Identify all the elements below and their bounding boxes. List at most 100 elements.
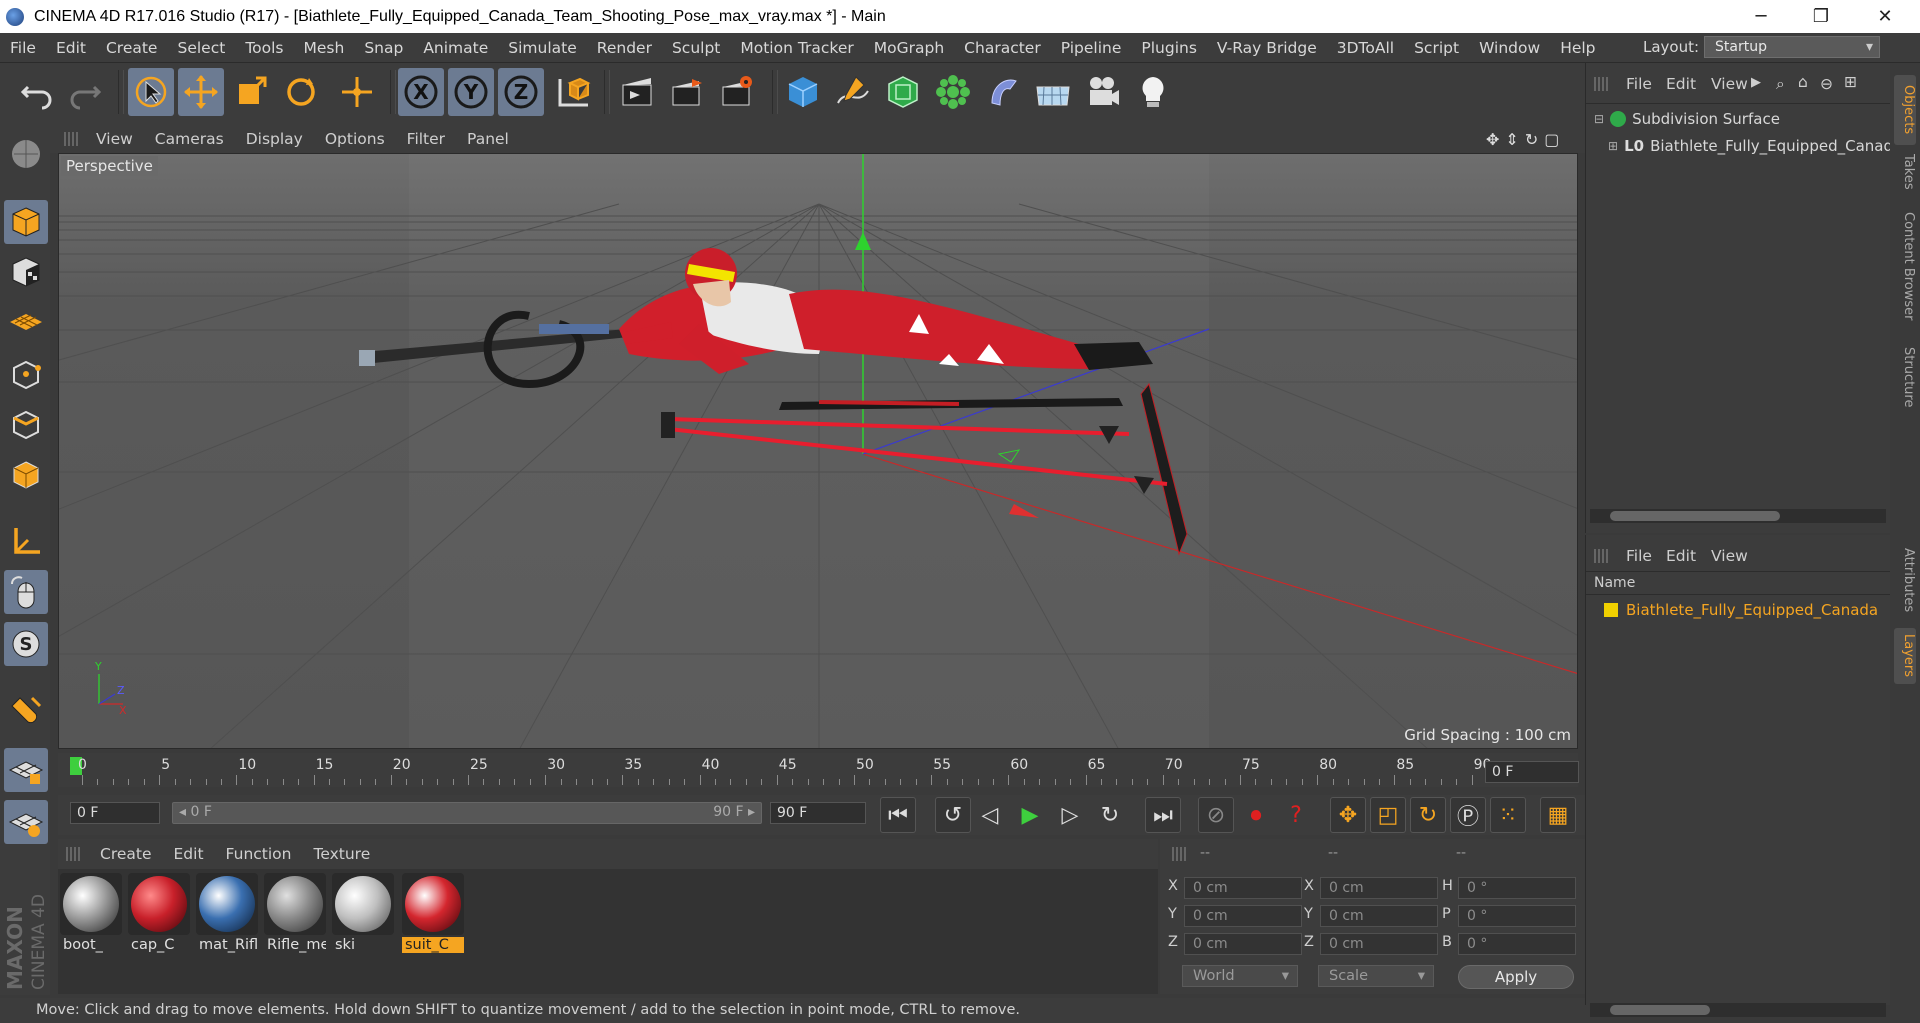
previous-keyframe-icon[interactable]: ↺ bbox=[935, 797, 971, 833]
menu-create[interactable]: Create bbox=[96, 39, 168, 57]
subdivision-surface-icon[interactable] bbox=[880, 68, 926, 116]
link-icon[interactable]: ⊖ bbox=[1820, 75, 1833, 93]
viewport-menu-options[interactable]: Options bbox=[325, 130, 385, 148]
material-menu-function[interactable]: Function bbox=[226, 845, 292, 863]
size-y-field[interactable]: 0 cm bbox=[1320, 905, 1438, 927]
next-frame-icon[interactable]: ▷ bbox=[1052, 797, 1088, 833]
enable-axis-icon[interactable] bbox=[4, 520, 48, 564]
material-item[interactable]: ski bbox=[332, 873, 394, 957]
tab-objects[interactable]: Objects bbox=[1894, 75, 1916, 145]
rotation-p-field[interactable]: 0 ° bbox=[1458, 905, 1576, 927]
timeline-ruler[interactable]: 0 5 10 15 20 25 30 35 40 45 50 55 60 65 70 75 80 85 90 bbox=[58, 753, 1578, 787]
material-menu-create[interactable]: Create bbox=[100, 845, 152, 863]
layer-row[interactable]: Biathlete_Fully_Equipped_Canada bbox=[1604, 601, 1878, 619]
menu-window[interactable]: Window bbox=[1469, 39, 1550, 57]
menu-tools[interactable]: Tools bbox=[235, 39, 293, 57]
tree-item-subdivision[interactable]: ⊟ Subdivision Surface bbox=[1594, 110, 1780, 128]
snapping-icon[interactable]: S bbox=[4, 622, 48, 666]
current-frame-field[interactable]: 0 F bbox=[1485, 761, 1579, 783]
minimize-button[interactable]: ─ bbox=[1732, 0, 1790, 33]
go-to-start-icon[interactable]: ⏮ bbox=[880, 797, 916, 833]
tab-layers[interactable]: Layers bbox=[1894, 628, 1916, 684]
material-item[interactable]: Rifle_me bbox=[264, 873, 326, 957]
points-mode-icon[interactable] bbox=[4, 352, 48, 396]
size-x-field[interactable]: 0 cm bbox=[1320, 877, 1438, 899]
menu-edit[interactable]: Edit bbox=[46, 39, 96, 57]
objects-menu-file[interactable]: File bbox=[1626, 75, 1652, 93]
menu-plugins[interactable]: Plugins bbox=[1131, 39, 1207, 57]
scale-tool-icon[interactable] bbox=[228, 68, 274, 116]
material-item[interactable]: mat_Rifl bbox=[196, 873, 258, 957]
collapse-icon[interactable]: ⊟ bbox=[1594, 112, 1604, 126]
layers-menu-view[interactable]: View bbox=[1711, 547, 1748, 565]
start-frame-field[interactable]: 0 F bbox=[70, 802, 160, 824]
menu-character[interactable]: Character bbox=[954, 39, 1051, 57]
material-menu-edit[interactable]: Edit bbox=[174, 845, 204, 863]
viewport-menu-filter[interactable]: Filter bbox=[407, 130, 445, 148]
menu-vray-bridge[interactable]: V-Ray Bridge bbox=[1207, 39, 1327, 57]
menu-3dtoall[interactable]: 3DToAll bbox=[1327, 39, 1404, 57]
viewport-menu-panel[interactable]: Panel bbox=[467, 130, 509, 148]
viewport-perspective[interactable]: Y Z X Perspective Grid Spacing : 100 cm bbox=[58, 153, 1578, 749]
viewport-menu-display[interactable]: Display bbox=[246, 130, 303, 148]
previous-frame-icon[interactable]: ◁ bbox=[972, 797, 1008, 833]
polygons-mode-icon[interactable] bbox=[4, 452, 48, 496]
rotation-b-field[interactable]: 0 ° bbox=[1458, 933, 1576, 955]
new-panel-icon[interactable]: ⊞ bbox=[1844, 73, 1857, 91]
menu-mesh[interactable]: Mesh bbox=[294, 39, 355, 57]
render-view-icon[interactable] bbox=[614, 68, 660, 116]
magnet-icon[interactable] bbox=[4, 690, 48, 734]
material-item[interactable]: cap_C bbox=[128, 873, 190, 957]
menu-snap[interactable]: Snap bbox=[354, 39, 413, 57]
position-z-field[interactable]: 0 cm bbox=[1184, 933, 1302, 955]
material-item-selected[interactable]: suit_C bbox=[402, 873, 464, 957]
autokeying-icon[interactable]: ⏺ bbox=[1238, 797, 1274, 833]
key-rotation-icon[interactable]: ↻ bbox=[1410, 797, 1446, 833]
timeline-window-icon[interactable]: ▦ bbox=[1540, 797, 1576, 833]
menu-animate[interactable]: Animate bbox=[413, 39, 498, 57]
camera-object-icon[interactable] bbox=[1080, 68, 1126, 116]
play-icon[interactable]: ▶ bbox=[1012, 797, 1048, 833]
recent-tools-icon[interactable] bbox=[334, 68, 380, 116]
axis-z-toggle[interactable]: Z bbox=[498, 68, 544, 116]
menu-script[interactable]: Script bbox=[1404, 39, 1469, 57]
tweak-mode-icon[interactable] bbox=[4, 570, 48, 614]
home-icon[interactable]: ⌂ bbox=[1798, 73, 1808, 91]
objects-menu-edit[interactable]: Edit bbox=[1666, 75, 1696, 93]
render-to-picture-viewer-icon[interactable] bbox=[664, 68, 710, 116]
menu-pipeline[interactable]: Pipeline bbox=[1051, 39, 1132, 57]
undo-icon[interactable] bbox=[14, 68, 60, 116]
close-button[interactable]: ✕ bbox=[1856, 0, 1914, 33]
maximize-view-icon[interactable]: ▢ bbox=[1544, 130, 1559, 149]
model-mode-icon[interactable] bbox=[4, 200, 48, 244]
rotate-view-icon[interactable]: ↻ bbox=[1525, 130, 1538, 149]
pen-spline-icon[interactable] bbox=[830, 68, 876, 116]
deformer-bend-icon[interactable] bbox=[980, 68, 1026, 116]
coordinate-space-dropdown[interactable]: World bbox=[1182, 965, 1298, 987]
size-mode-dropdown[interactable]: Scale bbox=[1318, 965, 1434, 987]
scrollbar-thumb[interactable] bbox=[1610, 1005, 1710, 1015]
rotation-h-field[interactable]: 0 ° bbox=[1458, 877, 1576, 899]
more-menu-icon[interactable]: ▶ bbox=[1751, 75, 1761, 90]
key-position-icon[interactable]: ✥ bbox=[1330, 797, 1366, 833]
menu-help[interactable]: Help bbox=[1550, 39, 1605, 57]
key-scale-icon[interactable]: ◰ bbox=[1370, 797, 1406, 833]
viewport-menu-view[interactable]: View bbox=[96, 130, 133, 148]
axis-x-toggle[interactable]: X bbox=[398, 68, 444, 116]
menu-mograph[interactable]: MoGraph bbox=[864, 39, 954, 57]
menu-motion-tracker[interactable]: Motion Tracker bbox=[730, 39, 863, 57]
pan-view-icon[interactable]: ✥ bbox=[1486, 130, 1499, 149]
floor-environment-icon[interactable] bbox=[1030, 68, 1076, 116]
tab-takes[interactable]: Takes bbox=[1894, 150, 1916, 194]
tree-item-biathlete[interactable]: ⊞ L0 Biathlete_Fully_Equipped_Canad bbox=[1608, 137, 1893, 155]
keyframe-selection-icon[interactable]: ? bbox=[1278, 797, 1314, 833]
menu-simulate[interactable]: Simulate bbox=[498, 39, 587, 57]
horizontal-scrollbar[interactable] bbox=[1590, 1003, 1886, 1017]
record-keys-icon[interactable]: ⊘ bbox=[1198, 797, 1234, 833]
end-frame-field[interactable]: 90 F bbox=[770, 802, 866, 824]
column-header-name[interactable]: Name bbox=[1594, 575, 1635, 591]
key-parameter-icon[interactable]: Ⓟ bbox=[1450, 797, 1486, 833]
horizontal-scrollbar[interactable] bbox=[1590, 509, 1886, 523]
menu-sculpt[interactable]: Sculpt bbox=[662, 39, 730, 57]
expand-icon[interactable]: ⊞ bbox=[1608, 139, 1618, 153]
